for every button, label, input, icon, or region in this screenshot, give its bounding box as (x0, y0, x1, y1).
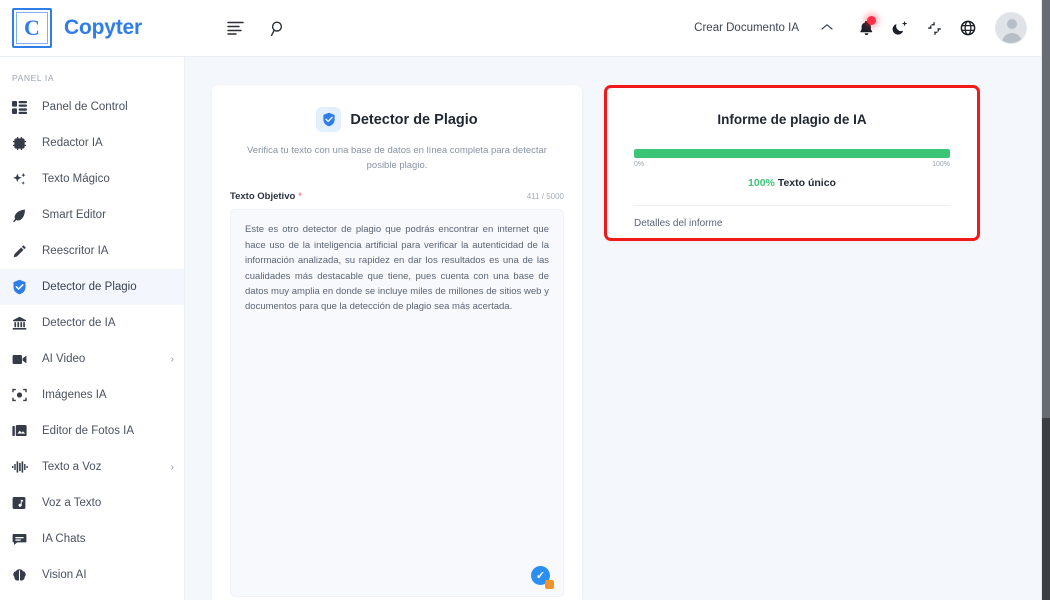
sidebar-item-imagenes-ia[interactable]: Imágenes IA (0, 377, 184, 413)
sidebar-item-texto-magico[interactable]: Texto Mágico (0, 161, 184, 197)
chat-bubble-icon (12, 530, 34, 548)
sidebar-item-label: Vision AI (42, 569, 87, 581)
sidebar-item-smart-editor[interactable]: Smart Editor (0, 197, 184, 233)
sidebar-section-label: PANEL IA (12, 73, 55, 83)
audio-file-icon (12, 494, 34, 512)
sidebar-item-reescritor-ia[interactable]: Reescritor IA (0, 233, 184, 269)
bar-scale: 0% 100% (634, 161, 950, 168)
sidebar-item-label: Voz a Texto (42, 497, 102, 509)
top-header: C Copyter Crear Documento IA (0, 0, 1041, 57)
app-root: C Copyter Crear Documento IA PANEL IA Pa… (0, 0, 1050, 600)
compress-icon[interactable] (917, 11, 951, 45)
sidebar-item-editor-de-fotos-ia[interactable]: Editor de Fotos IA (0, 413, 184, 449)
sidebar-item-label: Detector de Plagio (42, 281, 137, 293)
app-logo: C (12, 8, 52, 48)
video-camera-icon (12, 350, 34, 368)
grammar-badge-square (545, 580, 554, 590)
target-text-value: Este es otro detector de plagio que podr… (245, 224, 549, 313)
score-label: Texto único (777, 177, 836, 189)
scale-max-label: 100% (932, 161, 950, 168)
sidebar-item-label: Texto Mágico (42, 173, 110, 185)
sidebar-item-label: Redactor IA (42, 137, 103, 149)
page-scrollbar[interactable] (1041, 0, 1050, 600)
ai-plagiarism-report-card: Informe de plagio de IA 0% 100% 100% Tex… (604, 85, 980, 241)
plagiarism-detector-card: Detector de Plagio Verifica tu texto con… (212, 85, 582, 600)
notification-dot (867, 16, 876, 25)
brand-name: Copyter (64, 16, 142, 39)
moon-icon[interactable] (883, 11, 917, 45)
scale-min-label: 0% (634, 161, 645, 168)
main-content: Detector de Plagio Verifica tu texto con… (185, 57, 1041, 600)
avatar-head (1007, 19, 1017, 29)
shield-check-icon (316, 107, 342, 132)
dashboard-icon (12, 98, 34, 116)
target-text-label: Texto Objetivo (230, 191, 296, 203)
target-text-input[interactable]: Este es otro detector de plagio que podr… (230, 209, 564, 598)
header-left-icons (227, 20, 287, 37)
sidebar-item-label: Smart Editor (42, 209, 106, 221)
sidebar-item-vision-ai[interactable]: Vision AI (0, 557, 184, 593)
character-counter: 411 / 5000 (526, 192, 564, 202)
chevron-right-icon: › (170, 461, 174, 473)
chevron-up-icon[interactable] (807, 22, 849, 34)
required-mark: * (298, 191, 302, 202)
camera-frame-icon (12, 386, 34, 404)
grammarly-check-icon[interactable]: ✓ (531, 566, 554, 590)
field-header-row: Texto Objetivo * 411 / 5000 (230, 191, 564, 202)
sidebar-item-detector-de-plagio[interactable]: Detector de Plagio (0, 269, 184, 305)
uniqueness-bar: 0% 100% (634, 149, 950, 168)
bank-ai-icon (12, 314, 34, 332)
scrollbar-track-lower[interactable] (1042, 418, 1050, 600)
sidebar-item-label: Detector de IA (42, 317, 116, 329)
sidebar-item-ia-chats[interactable]: IA Chats (0, 521, 184, 557)
scrollbar-thumb[interactable] (1042, 0, 1050, 418)
sidebar-item-detector-de-ia[interactable]: Detector de IA (0, 305, 184, 341)
header-right-group: Crear Documento IA (686, 11, 1041, 45)
pencil-icon (12, 242, 34, 260)
brand[interactable]: C Copyter (0, 8, 185, 48)
logo-letter: C (16, 12, 48, 44)
sidebar-item-voz-a-texto[interactable]: Voz a Texto (0, 485, 184, 521)
create-document-button[interactable]: Crear Documento IA (686, 22, 807, 34)
chevron-right-icon: › (170, 353, 174, 365)
avatar-body (1002, 33, 1022, 43)
report-title: Informe de plagio de IA (717, 112, 867, 127)
brain-icon (12, 566, 34, 584)
sidebar-item-label: Imágenes IA (42, 389, 107, 401)
avatar[interactable] (995, 12, 1027, 44)
photo-edit-icon (12, 422, 34, 440)
shield-check-icon (12, 278, 34, 296)
chip-ai-icon (12, 134, 34, 152)
sidebar-item-label: Editor de Fotos IA (42, 425, 135, 437)
score-line: 100% Texto único (634, 177, 950, 189)
divider (634, 205, 950, 206)
sidebar-item-texto-a-voz[interactable]: Texto a Voz › (0, 449, 184, 485)
bell-icon[interactable] (849, 11, 883, 45)
sidebar: PANEL IA Panel de Control Redactor IA Te… (0, 57, 185, 600)
cards-row: Detector de Plagio Verifica tu texto con… (185, 57, 1041, 600)
bar-track (634, 149, 950, 158)
report-details-link[interactable]: Detalles del informe (634, 218, 950, 229)
sidebar-item-label: AI Video (42, 353, 86, 365)
feather-icon (12, 206, 34, 224)
card-subtitle: Verifica tu texto con una base de datos … (247, 145, 547, 171)
search-icon[interactable] (270, 20, 287, 37)
score-percent: 100% (748, 177, 775, 189)
sidebar-item-label: Texto a Voz (42, 461, 102, 473)
sidebar-item-label: Reescritor IA (42, 245, 109, 257)
sidebar-item-ai-video[interactable]: AI Video › (0, 341, 184, 377)
globe-icon[interactable] (951, 11, 985, 45)
sidebar-item-label: Panel de Control (42, 101, 128, 113)
page-title: Detector de Plagio (350, 111, 478, 128)
sidebar-item-panel-de-control[interactable]: Panel de Control (0, 89, 184, 125)
sparkles-icon (12, 170, 34, 188)
bar-fill (634, 149, 950, 158)
sidebar-item-label: IA Chats (42, 533, 86, 545)
card-title-row: Detector de Plagio (230, 107, 564, 132)
waveform-icon (12, 458, 34, 476)
sidebar-item-redactor-ia[interactable]: Redactor IA (0, 125, 184, 161)
menu-icon[interactable] (227, 21, 244, 35)
